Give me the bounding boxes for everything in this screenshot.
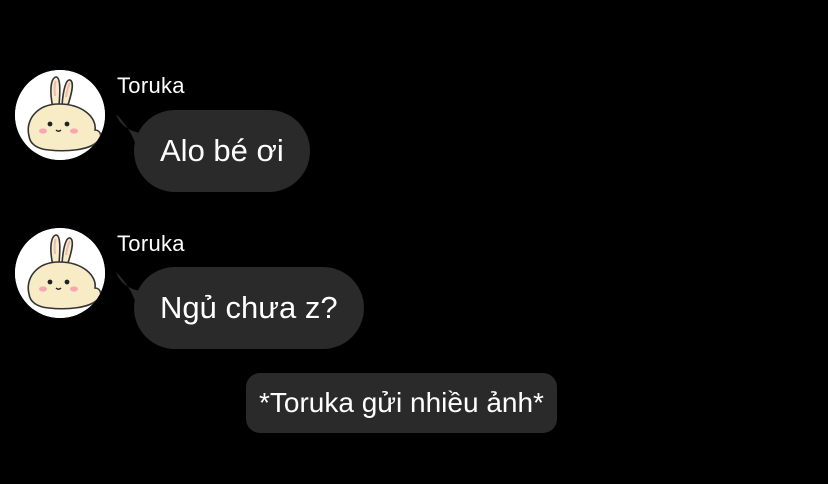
sender-name: Toruka (117, 231, 185, 256)
system-notice: *Toruka gửi nhiều ảnh* (246, 373, 557, 433)
bunny-avatar-icon (15, 70, 105, 160)
message-bubble[interactable]: Ngủ chưa z? (134, 267, 364, 349)
avatar[interactable] (15, 228, 105, 318)
message-bubble[interactable]: Alo bé ơi (134, 110, 310, 192)
avatar[interactable] (15, 70, 105, 160)
sender-name: Toruka (117, 73, 185, 98)
bunny-avatar-icon (15, 228, 105, 318)
